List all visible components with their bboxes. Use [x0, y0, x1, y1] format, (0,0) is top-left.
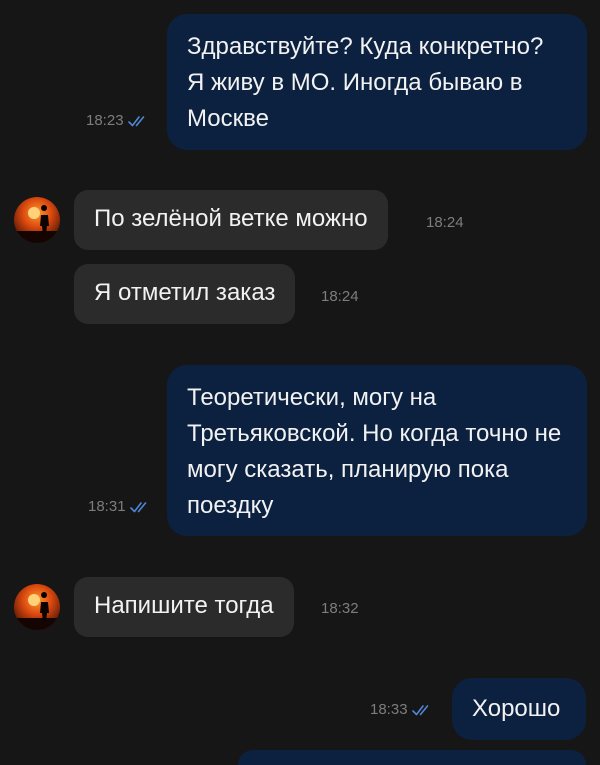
message-text: Напишите тогда: [94, 592, 274, 619]
message-text: Хорошо: [472, 695, 561, 722]
message-time: 18:24: [321, 288, 359, 305]
incoming-message-bubble[interactable]: Я отметил заказ: [74, 264, 296, 324]
outgoing-message-bubble-partial[interactable]: [238, 750, 586, 765]
double-check-icon: [411, 704, 428, 715]
outgoing-message-bubble[interactable]: Здравствуйте? Куда конкретно? Я живу в М…: [167, 14, 587, 150]
message-text: Я отметил заказ: [94, 279, 276, 306]
message-time: 18:24: [426, 214, 464, 231]
double-check-icon: [127, 115, 144, 126]
incoming-message-bubble[interactable]: По зелёной ветке можно: [74, 190, 388, 250]
message-time: 18:23: [86, 112, 124, 129]
sender-avatar[interactable]: [14, 584, 60, 630]
message-text: Здравствуйте? Куда конкретно? Я живу в М…: [187, 33, 544, 132]
message-text: Теоретически, могу на Третьяковской. Но …: [187, 384, 562, 519]
message-time: 18:31: [88, 498, 126, 515]
message-meta: 18:23: [86, 112, 148, 129]
message-text: По зелёной ветке можно: [94, 205, 368, 232]
outgoing-message-bubble[interactable]: Хорошо: [452, 678, 586, 740]
message-meta: 18:32: [321, 600, 359, 617]
sunset-silhouette-avatar: [14, 584, 60, 630]
message-meta: 18:24: [321, 288, 359, 305]
message-meta: 18:33: [370, 701, 432, 718]
message-time: 18:33: [370, 701, 408, 718]
message-time: 18:32: [321, 600, 359, 617]
outgoing-message-bubble[interactable]: Теоретически, могу на Третьяковской. Но …: [167, 365, 587, 536]
incoming-message-bubble[interactable]: Напишите тогда: [74, 577, 294, 637]
message-meta: 18:31: [88, 498, 150, 515]
sunset-silhouette-avatar: [14, 197, 60, 243]
double-check-icon: [129, 501, 146, 512]
message-meta: 18:24: [426, 214, 464, 231]
sender-avatar[interactable]: [14, 197, 60, 243]
chat-message-list[interactable]: 18:23 Здравствуйте? Куда конкретно? Я жи…: [0, 0, 600, 765]
